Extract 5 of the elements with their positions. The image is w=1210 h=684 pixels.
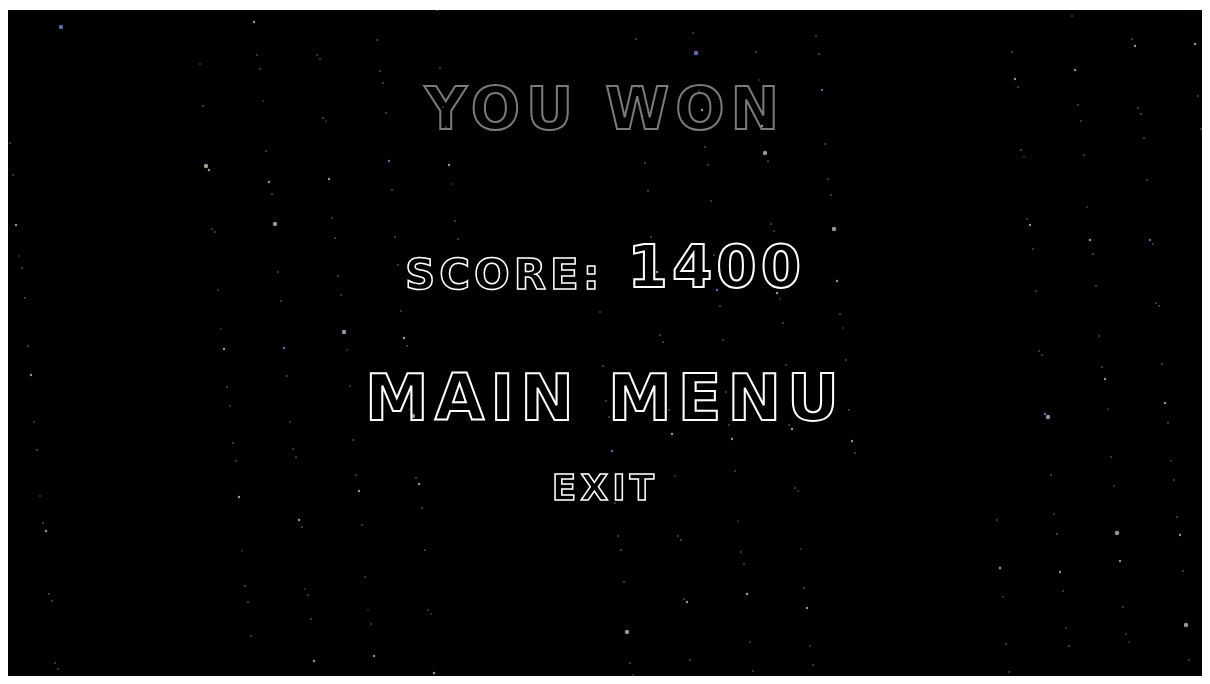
menu-button[interactable]: EXIT (551, 470, 659, 506)
score-value: 1400 (627, 238, 805, 296)
score-label: SCORE: (404, 254, 604, 296)
menu-button[interactable]: MAIN MENU (365, 366, 845, 430)
game-title: YOU WON (424, 80, 786, 138)
